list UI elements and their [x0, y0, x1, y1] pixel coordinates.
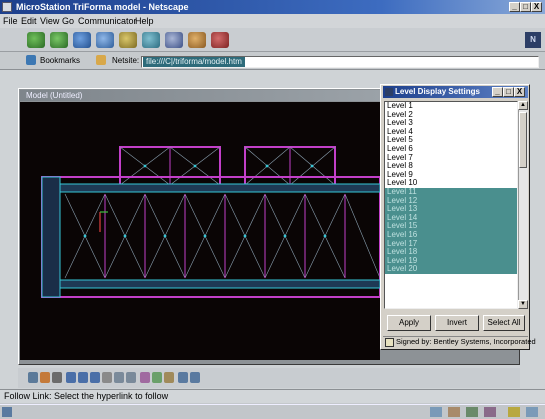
reload-icon[interactable]	[73, 32, 91, 48]
back-icon[interactable]	[27, 32, 45, 48]
menu-go[interactable]: Go	[62, 15, 74, 27]
network-icon[interactable]	[526, 407, 538, 417]
home-icon[interactable]	[96, 32, 114, 48]
menu-help[interactable]: Help	[135, 15, 154, 27]
location-icon	[96, 55, 106, 65]
levels-icon[interactable]	[178, 372, 188, 383]
update-view-icon[interactable]	[28, 372, 38, 383]
view-previous-icon[interactable]	[114, 372, 124, 383]
view-next-icon[interactable]	[126, 372, 136, 383]
status-text: Follow Link: Select the hyperlink to fol…	[4, 391, 169, 401]
close-button[interactable]: X	[531, 2, 542, 12]
certificate-icon[interactable]	[385, 338, 394, 347]
rotate-view-icon[interactable]	[66, 372, 76, 383]
level-list-item[interactable]: Level 20	[385, 265, 517, 274]
dialog-maximize-button[interactable]: □	[503, 87, 514, 97]
minimize-button[interactable]: _	[509, 2, 520, 12]
dialog-minimize-button[interactable]: _	[492, 87, 503, 97]
scroll-thumb[interactable]	[519, 112, 527, 168]
zoom-out-icon[interactable]	[90, 372, 100, 383]
netscape-logo-icon: N	[525, 32, 541, 48]
window-area-icon[interactable]	[102, 372, 112, 383]
bottom-component-bar	[0, 404, 545, 419]
settings-icon[interactable]	[190, 372, 200, 383]
pan-icon[interactable]	[40, 372, 50, 383]
dialog-app-icon	[385, 88, 393, 96]
scroll-down-button[interactable]: ▼	[518, 300, 528, 309]
camera-icon[interactable]	[152, 372, 162, 383]
level-dialog-title: Level Display Settings	[395, 87, 480, 96]
security-lock-icon[interactable]	[2, 407, 12, 417]
navigator-icon[interactable]	[430, 407, 442, 417]
model-window-title: Model (Untitled)	[26, 91, 83, 100]
cad-viewport[interactable]	[20, 102, 381, 360]
mail-icon[interactable]	[448, 407, 460, 417]
bookmarks-label[interactable]: Bookmarks	[40, 55, 80, 66]
window-title: MicroStation TriForma model - Netscape	[16, 2, 189, 12]
menu-file[interactable]: File	[3, 15, 18, 27]
url-text: file:///C|/triforma/model.htm	[143, 57, 245, 67]
security-icon[interactable]	[188, 32, 206, 48]
menu-bar: File Edit View Go Communicator Help	[0, 14, 545, 28]
scroll-up-button[interactable]: ▲	[518, 101, 528, 110]
maximize-button[interactable]: □	[520, 2, 531, 12]
forward-icon[interactable]	[50, 32, 68, 48]
zoom-in-icon[interactable]	[78, 372, 88, 383]
composer-icon[interactable]	[484, 407, 496, 417]
print-icon[interactable]	[165, 32, 183, 48]
menu-view[interactable]: View	[40, 15, 59, 27]
netsite-label: Netsite:	[112, 56, 140, 65]
stop-icon[interactable]	[211, 32, 229, 48]
menu-communicator[interactable]: Communicator	[78, 15, 137, 27]
select-all-button[interactable]: Select All	[483, 315, 525, 331]
dialog-close-button[interactable]: X	[514, 87, 525, 97]
check-icon[interactable]	[508, 407, 520, 417]
navigation-toolbar	[0, 28, 545, 52]
render-icon[interactable]	[140, 372, 150, 383]
bookmarks-icon[interactable]	[26, 55, 36, 65]
app-icon	[2, 2, 12, 12]
level-list[interactable]: Level 1 Level 2 Level 3 Level 4 Level 5 Level…	[384, 101, 518, 309]
url-input[interactable]: file:///C|/triforma/model.htm	[141, 56, 539, 68]
signed-by-text: Signed by: Bentley Systems, Incorporated	[396, 337, 536, 346]
invert-button[interactable]: Invert	[435, 315, 479, 331]
search-icon[interactable]	[119, 32, 137, 48]
walk-icon[interactable]	[164, 372, 174, 383]
fit-view-icon[interactable]	[52, 372, 62, 383]
menu-edit[interactable]: Edit	[21, 15, 37, 27]
floor-plan-drawing	[41, 146, 381, 298]
apply-button[interactable]: Apply	[387, 315, 431, 331]
discussion-icon[interactable]	[466, 407, 478, 417]
netscape-icon[interactable]	[142, 32, 160, 48]
